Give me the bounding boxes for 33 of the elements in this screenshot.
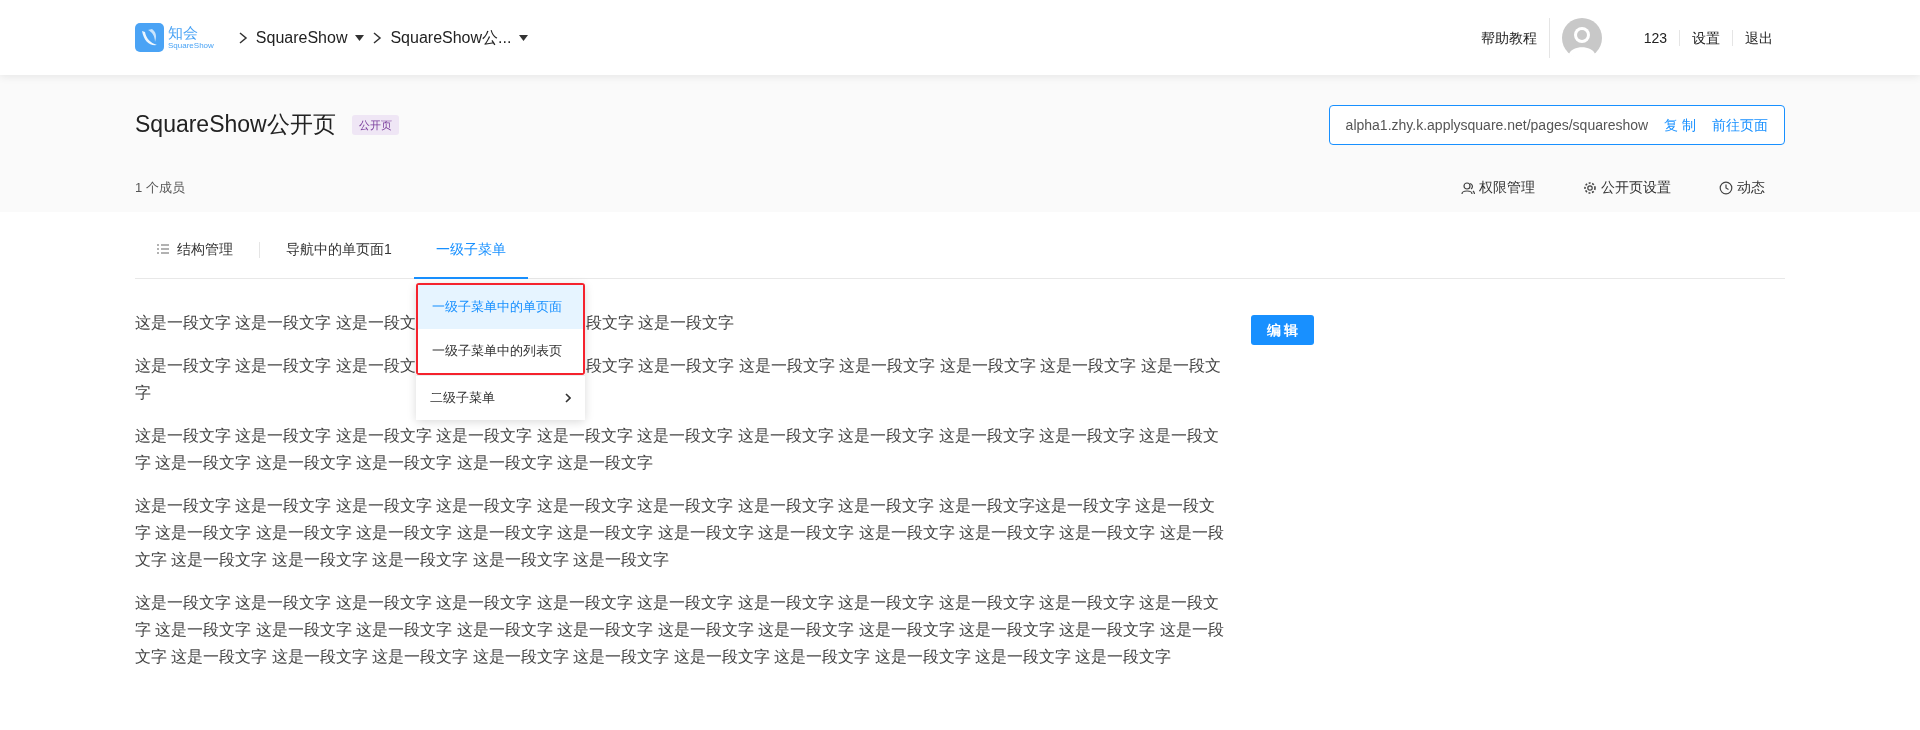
breadcrumb-dropdown[interactable]: SquareShow	[255, 25, 365, 50]
nav-tab[interactable]: 导航中的单页面1	[264, 221, 414, 279]
action-link[interactable]: 公开页设置	[1583, 177, 1671, 198]
clock-icon	[1719, 180, 1733, 195]
url-text: alpha1.zhy.k.applysquare.net/pages/squareshow	[1345, 115, 1649, 135]
people-icon	[1461, 180, 1475, 195]
nav-link[interactable]: 123	[1631, 29, 1679, 46]
action-link[interactable]: 动态	[1719, 177, 1765, 198]
breadcrumb-dropdown[interactable]: SquareShow公...	[390, 25, 529, 50]
paragraph: 这是一段文字 这是一段文字 这是一段文字 这是一段文字 这是一段文字 这是一段文字 这是一段文字 这是一段文字 这是一段文字 这是一段文字 这是一段文字 这是一段文字 这是一段文字 这是一段文字 这是一段文字 这是一段文字	[135, 426, 1221, 473]
caret-icon	[355, 34, 365, 41]
page-title: SquareShow公开页	[135, 111, 336, 139]
paragraph: 这是一段文字 这是一段文字 这是一段文字 这是一段文字 这是一段文字 这是一段文字 这是一段文字 这是一段文字 这是一段文字这是一段文字 这是一段文字 这是一段文字 这是一段文字 这是一段文字 这是一段文字 这是一段文字 这是一段文字 这是一段文字 这是一段文字 这是一段文字 这是一段文字 这是一段文字 这是一段文字 这是一段文字 这是一段文字 这是一段文字 这是一段文字	[135, 496, 1225, 570]
nav-link[interactable]: 设置	[1679, 29, 1732, 46]
action-link[interactable]: 权限管理	[1461, 177, 1535, 198]
chevron-right-icon	[237, 30, 248, 45]
text-line: 字	[135, 383, 151, 403]
logo-subtitle: SquareShow	[168, 41, 214, 50]
chevron-right-icon	[565, 393, 571, 403]
gear-icon	[1583, 180, 1597, 195]
paragraph: 这是一段文字 这是一段文字 这是一段文字 这是一段文字 这是一段文字 这是一段文字 这是一段文字 这是一段文字 这是一段文字 这是一段文字 这是一段文字 这是一段文字 这是一段文字 这是一段文字 这是一段文字 这是一段文字 这是一段文字 这是一段文字 这是一段文字 这是一段文字 这是一段文字 这是一段文字 这是一段文字 这是一段文字 这是一段文字 这是一段文字 这是一段文字 这是一段文字 这是一段文字 这是一段文字 这是一段文字 这是一段文字	[135, 593, 1225, 667]
member-count: 1 个成员	[135, 178, 185, 197]
list-icon	[157, 244, 169, 254]
status-badge: 公开页	[351, 114, 399, 136]
nav-link[interactable]: 帮助教程	[1468, 29, 1549, 46]
menu-item[interactable]: 二级子菜单	[416, 376, 585, 420]
nav-link[interactable]: 退出	[1732, 29, 1785, 46]
chevron-right-icon	[372, 30, 383, 45]
logo-icon	[135, 23, 164, 52]
logo-text: 知会	[168, 25, 199, 42]
nav-tab[interactable]: 结构管理	[135, 221, 255, 279]
avatar-icon	[1561, 17, 1602, 58]
caret-icon	[519, 34, 529, 41]
